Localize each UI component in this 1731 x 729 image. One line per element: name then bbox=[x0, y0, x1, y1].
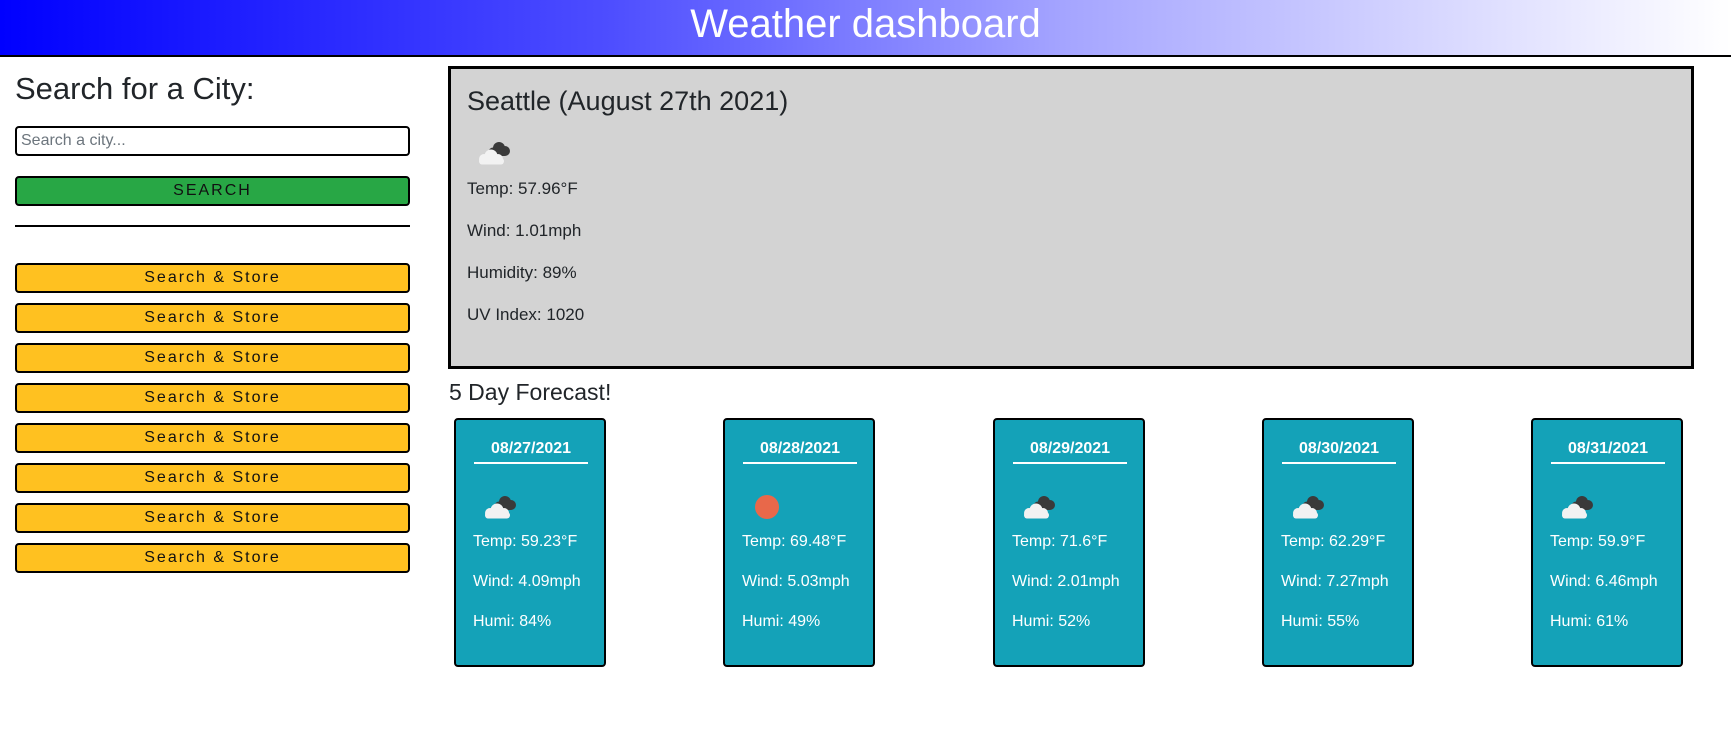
current-weather-panel: Seattle (August 27th 2021) Temp: 57.96°F… bbox=[448, 66, 1694, 369]
forecast-humidity: Humi: 49% bbox=[742, 613, 821, 630]
forecast-wind: Wind: 5.03mph bbox=[742, 573, 850, 590]
forecast-card: 08/28/2021 Temp: 69.48°F Wind: 5.03mph H… bbox=[723, 418, 875, 667]
forecast-temp: Temp: 71.6°F bbox=[1012, 533, 1108, 550]
forecast-temp: Temp: 69.48°F bbox=[742, 533, 847, 550]
forecast-temp: Temp: 62.29°F bbox=[1281, 533, 1386, 550]
history-button[interactable]: Search & Store bbox=[15, 343, 410, 373]
history-button[interactable]: Search & Store bbox=[15, 303, 410, 333]
search-history-list: Search & Store Search & Store Search & S… bbox=[15, 263, 410, 583]
current-uv-index: UV Index: 1020 bbox=[467, 305, 585, 324]
city-search-input[interactable] bbox=[15, 126, 410, 156]
history-button[interactable]: Search & Store bbox=[15, 423, 410, 453]
forecast-wind: Wind: 7.27mph bbox=[1281, 573, 1389, 590]
history-button[interactable]: Search & Store bbox=[15, 263, 410, 293]
search-button[interactable]: SEARCH bbox=[15, 176, 410, 206]
cloud-icon bbox=[479, 491, 519, 521]
forecast-date: 08/31/2021 bbox=[1551, 439, 1665, 464]
forecast-card: 08/30/2021 Temp: 62.29°F Wind: 7.27mph H… bbox=[1262, 418, 1414, 667]
page-title: Weather dashboard bbox=[690, 2, 1041, 46]
history-button[interactable]: Search & Store bbox=[15, 543, 410, 573]
cloud-icon bbox=[1018, 491, 1058, 521]
current-temp: Temp: 57.96°F bbox=[467, 179, 578, 198]
forecast-date: 08/27/2021 bbox=[474, 439, 588, 464]
forecast-wind: Wind: 6.46mph bbox=[1550, 573, 1658, 590]
forecast-temp: Temp: 59.9°F bbox=[1550, 533, 1646, 550]
cloud-icon bbox=[473, 137, 513, 167]
forecast-humidity: Humi: 84% bbox=[473, 613, 552, 630]
cloud-icon bbox=[1556, 491, 1596, 521]
forecast-card: 08/31/2021 Temp: 59.9°F Wind: 6.46mph Hu… bbox=[1531, 418, 1683, 667]
forecast-card: 08/29/2021 Temp: 71.6°F Wind: 2.01mph Hu… bbox=[993, 418, 1145, 667]
forecast-wind: Wind: 2.01mph bbox=[1012, 573, 1120, 590]
current-wind: Wind: 1.01mph bbox=[467, 221, 582, 240]
history-button[interactable]: Search & Store bbox=[15, 463, 410, 493]
forecast-humidity: Humi: 61% bbox=[1550, 613, 1629, 630]
history-button[interactable]: Search & Store bbox=[15, 503, 410, 533]
current-city-title: Seattle (August 27th 2021) bbox=[467, 86, 789, 116]
forecast-date: 08/29/2021 bbox=[1013, 439, 1127, 464]
history-button[interactable]: Search & Store bbox=[15, 383, 410, 413]
cloud-icon bbox=[1287, 491, 1327, 521]
forecast-date: 08/28/2021 bbox=[743, 439, 857, 464]
forecast-wind: Wind: 4.09mph bbox=[473, 573, 581, 590]
forecast-heading: 5 Day Forecast! bbox=[449, 379, 612, 405]
forecast-card: 08/27/2021 Temp: 59.23°F Wind: 4.09mph H… bbox=[454, 418, 606, 667]
sidebar-divider bbox=[15, 225, 410, 227]
app-header: Weather dashboard bbox=[0, 0, 1731, 57]
current-humidity: Humidity: 89% bbox=[467, 263, 577, 282]
forecast-date: 08/30/2021 bbox=[1282, 439, 1396, 464]
search-heading: Search for a City: bbox=[15, 71, 255, 106]
forecast-humidity: Humi: 55% bbox=[1281, 613, 1360, 630]
forecast-temp: Temp: 59.23°F bbox=[473, 533, 578, 550]
forecast-humidity: Humi: 52% bbox=[1012, 613, 1091, 630]
sun-icon bbox=[748, 491, 788, 521]
